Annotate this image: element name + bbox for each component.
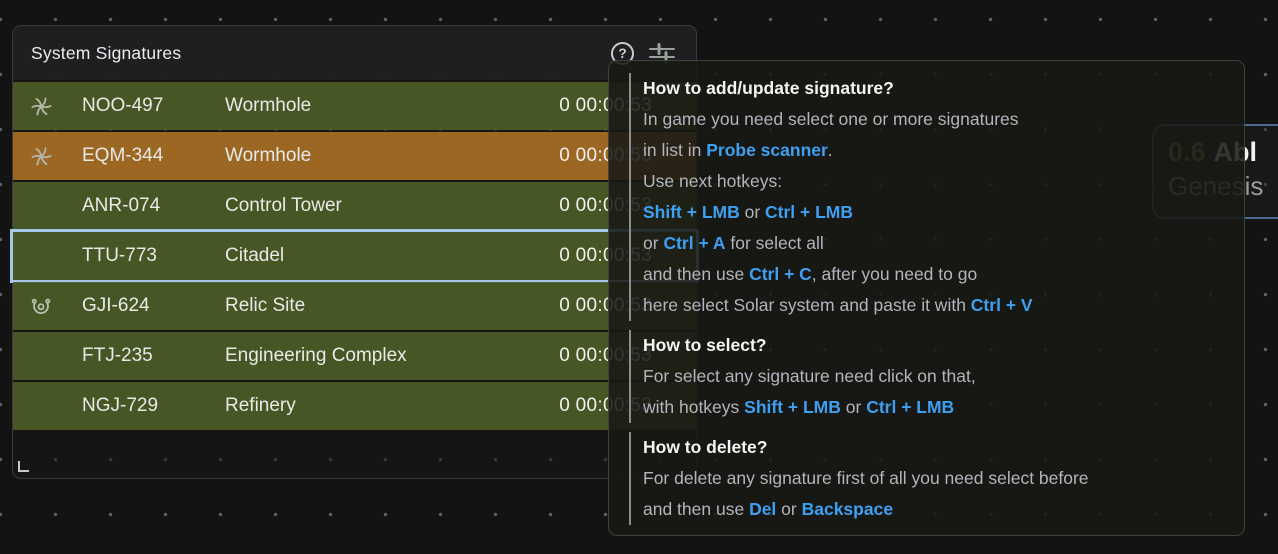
tooltip-section-title: How to add/update signature? [643,73,1224,104]
hotkey-highlight: Ctrl + LMB [866,397,954,417]
signature-id: EQM-344 [69,145,225,167]
wormhole-icon [13,144,69,169]
tooltip-line: here select Solar system and paste it wi… [643,290,1224,321]
tooltip-line: with hotkeys Shift + LMB or Ctrl + LMB [643,392,1224,423]
tooltip-text: for select all [726,233,824,253]
signature-type: Wormhole [225,95,559,117]
hotkey-highlight: Probe scanner [706,140,828,160]
tooltip-line: Use next hotkeys: [643,166,1224,197]
tooltip-text: For delete any signature first of all yo… [643,468,1089,488]
tooltip-section: How to select? For select any signature n… [629,330,1224,423]
wormhole-icon [13,94,69,119]
tooltip-text: , after you need to go [812,264,977,284]
tooltip-line: or Ctrl + A for select all [643,228,1224,259]
signature-row[interactable]: NOO-497Wormhole0 00:00:53 [13,82,696,130]
hotkey-highlight: Shift + LMB [744,397,841,417]
tooltip-section-title: How to select? [643,330,1224,361]
tooltip-text: and then use [643,499,749,519]
hotkey-highlight: Backspace [802,499,893,519]
help-tooltip: How to add/update signature? In game you … [608,60,1245,536]
signature-type: Engineering Complex [225,345,559,367]
signature-type: Control Tower [225,195,559,217]
signature-id: ANR-074 [69,195,225,217]
tooltip-text: with hotkeys [643,397,744,417]
tooltip-text: Use next hotkeys: [643,171,782,191]
signature-row[interactable]: ANR-074Control Tower0 00:00:53 [13,182,696,230]
tooltip-line: Shift + LMB or Ctrl + LMB [643,197,1224,228]
panel-header[interactable]: System Signatures ? [13,26,696,80]
tooltip-line: In game you need select one or more sign… [643,104,1224,135]
map-canvas[interactable]: { "colors": { "background": "#131313", "… [0,0,1278,554]
system-signatures-panel: System Signatures ? NOO-497Wormhole0 00:… [12,25,697,479]
tooltip-text: or [776,499,801,519]
signature-type: Citadel [225,245,559,267]
tooltip-text: or [643,233,663,253]
tooltip-text: and then use [643,264,749,284]
signature-id: TTU-773 [69,245,225,267]
tooltip-line: in list in Probe scanner. [643,135,1224,166]
tooltip-line: For select any signature need click on t… [643,361,1224,392]
tooltip-text: . [828,140,833,160]
tooltip-text: or [740,202,765,222]
hotkey-highlight: Ctrl + LMB [765,202,853,222]
signature-row[interactable]: NGJ-729Refinery0 00:00:53 [13,382,696,430]
panel-title: System Signatures [31,43,181,64]
tooltip-line: For delete any signature first of all yo… [643,463,1224,494]
signature-id: GJI-624 [69,295,225,317]
signature-type: Refinery [225,395,559,417]
signature-id: NGJ-729 [69,395,225,417]
tooltip-line: and then use Ctrl + C, after you need to… [643,259,1224,290]
relic-icon [13,294,69,318]
tooltip-section-title: How to delete? [643,432,1224,463]
signature-row[interactable]: FTJ-235Engineering Complex0 00:00:53 [13,332,696,380]
signature-row[interactable]: TTU-773Citadel0 00:00:53 [13,232,696,280]
tooltip-line: and then use Del or Backspace [643,494,1224,525]
tooltip-section: How to add/update signature? In game you … [629,73,1224,321]
signature-row[interactable]: EQM-344Wormhole0 00:00:53 [13,132,696,180]
hotkey-highlight: Shift + LMB [643,202,740,222]
signature-id: NOO-497 [69,95,225,117]
tooltip-text: here select Solar system and paste it wi… [643,295,971,315]
tooltip-text: In game you need select one or more sign… [643,109,1019,129]
resize-handle[interactable] [18,461,29,472]
hotkey-highlight: Ctrl + V [971,295,1033,315]
hotkey-highlight: Ctrl + C [749,264,812,284]
tooltip-text: For select any signature need click on t… [643,366,976,386]
signature-type: Relic Site [225,295,559,317]
signature-id: FTJ-235 [69,345,225,367]
tooltip-text: in list in [643,140,706,160]
signature-row[interactable]: GJI-624Relic Site0 00:00:53 [13,282,696,330]
signature-table: NOO-497Wormhole0 00:00:53 EQM-344Wormhol… [13,82,696,430]
signature-type: Wormhole [225,145,559,167]
tooltip-text: or [841,397,866,417]
hotkey-highlight: Ctrl + A [663,233,725,253]
hotkey-highlight: Del [749,499,776,519]
tooltip-section: How to delete? For delete any signature f… [629,432,1224,525]
